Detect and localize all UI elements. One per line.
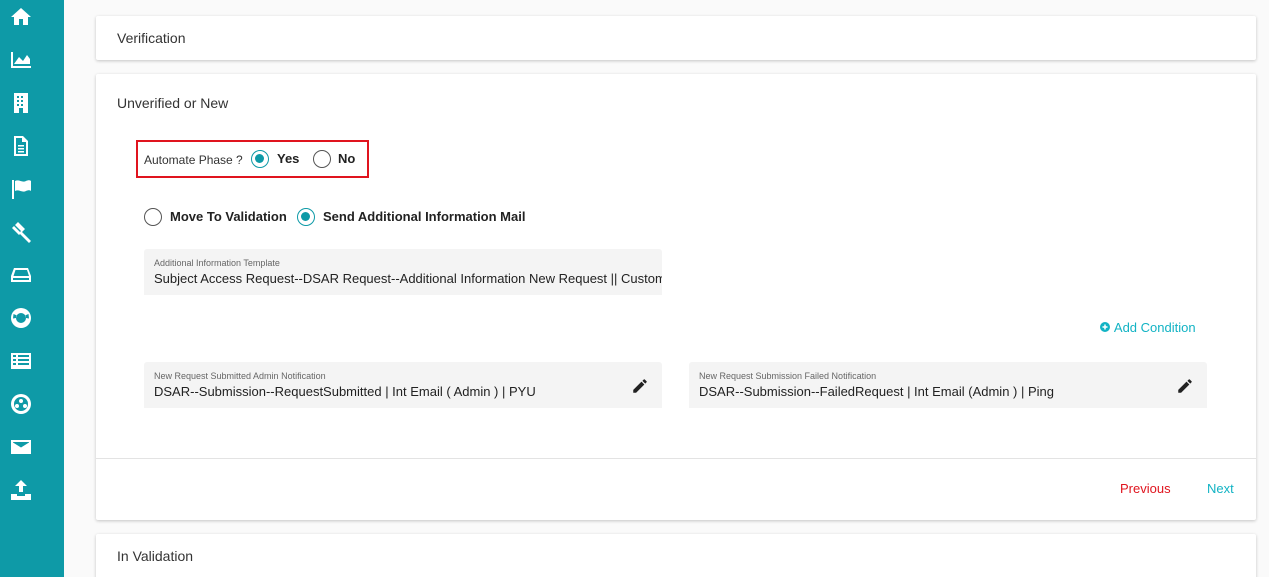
automate-yes-radio[interactable]: [251, 150, 269, 168]
home-icon[interactable]: [7, 3, 35, 31]
send-info-mail-radio[interactable]: [297, 208, 315, 226]
template-field-value[interactable]: Subject Access Request--DSAR Request--Ad…: [154, 271, 662, 286]
plus-circle-icon: [1100, 322, 1110, 332]
in-validation-title: In Validation: [117, 548, 194, 564]
admin-notification-label: New Request Submitted Admin Notification: [154, 371, 326, 381]
verification-card[interactable]: Verification: [96, 16, 1256, 60]
add-condition-button[interactable]: Add Condition: [1099, 320, 1196, 335]
automate-yes-label[interactable]: Yes: [277, 151, 299, 166]
settings-icon[interactable]: [7, 390, 35, 418]
failed-notification-label: New Request Submission Failed Notificati…: [699, 371, 877, 381]
failed-notification-edit-icon[interactable]: [1176, 377, 1196, 397]
automate-no-label[interactable]: No: [338, 151, 355, 166]
admin-notification-value[interactable]: DSAR--Submission--RequestSubmitted | Int…: [154, 384, 536, 399]
admin-notification-field[interactable]: New Request Submitted Admin Notification…: [144, 362, 662, 408]
flag-icon[interactable]: [7, 175, 35, 203]
admin-notification-edit-icon[interactable]: [631, 377, 651, 397]
chart-icon[interactable]: [7, 46, 35, 74]
failed-notification-value[interactable]: DSAR--Submission--FailedRequest | Int Em…: [699, 384, 1054, 399]
automate-phase-label: Automate Phase ?: [144, 153, 243, 167]
in-validation-card[interactable]: In Validation: [96, 534, 1256, 577]
gavel-icon[interactable]: [7, 218, 35, 246]
verification-title: Verification: [117, 30, 186, 46]
list-icon[interactable]: [7, 347, 35, 375]
unverified-card: Unverified or New Automate Phase ? Yes N…: [96, 74, 1256, 520]
main-content: Verification Unverified or New Automate …: [64, 0, 1269, 577]
lifebuoy-icon[interactable]: [7, 304, 35, 332]
automate-no-radio[interactable]: [313, 150, 331, 168]
unverified-title: Unverified or New: [117, 95, 229, 111]
move-to-validation-label[interactable]: Move To Validation: [170, 209, 287, 224]
additional-info-template-field[interactable]: Additional Information Template Subject …: [144, 249, 662, 295]
next-button[interactable]: Next: [1207, 481, 1234, 496]
upload-icon[interactable]: [7, 476, 35, 504]
inbox-icon[interactable]: [7, 261, 35, 289]
mail-icon[interactable]: [7, 433, 35, 461]
move-to-validation-radio[interactable]: [144, 208, 162, 226]
failed-notification-field[interactable]: New Request Submission Failed Notificati…: [689, 362, 1207, 408]
document-icon[interactable]: [7, 132, 35, 160]
building-icon[interactable]: [7, 89, 35, 117]
sidebar: [0, 0, 64, 577]
template-field-label: Additional Information Template: [154, 258, 280, 268]
send-info-mail-label[interactable]: Send Additional Information Mail: [323, 209, 525, 224]
card-divider: [96, 458, 1256, 459]
add-condition-label: Add Condition: [1113, 320, 1196, 335]
previous-button[interactable]: Previous: [1120, 481, 1171, 496]
